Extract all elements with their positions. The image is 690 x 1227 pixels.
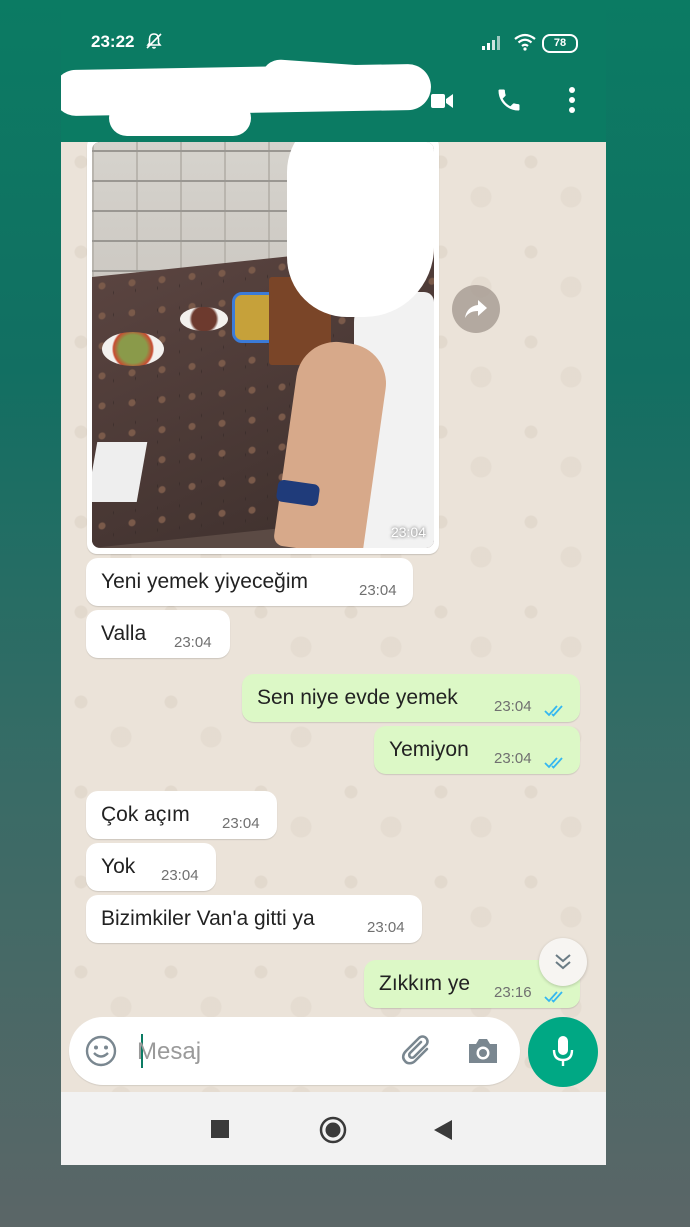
message-input[interactable]	[135, 1031, 389, 1073]
chat-messages[interactable]: 23:04 Yeni yemek yiyeceğim 23:04 Valla 2…	[61, 142, 606, 1092]
status-time: 23:22	[91, 32, 135, 51]
message-text: Sen niye evde yemek	[257, 686, 458, 709]
message-text: Çok açım	[101, 803, 190, 826]
message-time: 23:04	[494, 750, 532, 767]
message-text: Yeni yemek yiyeceğim	[101, 570, 308, 593]
signal-icon	[482, 34, 504, 55]
battery-indicator: 78	[542, 34, 578, 53]
double-check-icon	[544, 986, 568, 1010]
incoming-message[interactable]: Valla 23:04	[86, 610, 230, 658]
more-vert-icon[interactable]	[567, 86, 577, 119]
message-time: 23:04	[390, 524, 426, 540]
message-text: Valla	[101, 622, 147, 645]
phone-screen: 23:22 78 23:04 Yeni yemek yiyeceğim 23:0…	[61, 0, 606, 1165]
nav-back-icon[interactable]	[434, 1120, 452, 1145]
message-composer[interactable]	[69, 1017, 520, 1085]
redaction-mark	[109, 100, 251, 136]
message-text: Yok	[101, 855, 136, 878]
message-text: Yemiyon	[389, 738, 469, 761]
message-time: 23:16	[494, 984, 532, 1001]
attach-icon[interactable]	[400, 1035, 434, 1072]
message-text: Bizimkiler Van'a gitti ya	[101, 907, 315, 930]
wifi-icon	[513, 33, 537, 56]
message-time: 23:04	[161, 867, 199, 884]
incoming-message[interactable]: Yeni yemek yiyeceğim 23:04	[86, 558, 413, 606]
message-time: 23:04	[359, 582, 397, 599]
message-time: 23:04	[174, 634, 212, 651]
emoji-icon[interactable]	[85, 1035, 117, 1072]
outgoing-message[interactable]: Sen niye evde yemek 23:04	[242, 674, 580, 722]
message-time: 23:04	[367, 919, 405, 936]
outgoing-message[interactable]: Yemiyon 23:04	[374, 726, 580, 774]
camera-icon[interactable]	[466, 1036, 500, 1071]
shared-photo[interactable]: 23:04	[92, 142, 434, 548]
incoming-message[interactable]: Bizimkiler Van'a gitti ya 23:04	[86, 895, 422, 943]
double-check-icon	[544, 700, 568, 724]
chat-header[interactable]	[61, 58, 606, 142]
message-time: 23:04	[222, 815, 260, 832]
mic-icon	[552, 1035, 574, 1072]
incoming-message[interactable]: Yok 23:04	[86, 843, 216, 891]
redaction-mark	[287, 142, 434, 317]
forward-icon	[464, 298, 488, 325]
chevrons-down-icon	[553, 952, 573, 977]
status-bar: 23:22 78	[61, 0, 606, 70]
incoming-message[interactable]: Çok açım 23:04	[86, 791, 277, 839]
double-check-icon	[544, 752, 568, 776]
voice-record-button[interactable]	[528, 1017, 598, 1087]
image-message[interactable]: 23:04	[87, 142, 439, 554]
navigation-bar	[61, 1092, 606, 1165]
phone-icon[interactable]	[495, 86, 523, 119]
nav-square-icon[interactable]	[211, 1120, 229, 1143]
scroll-to-bottom-button[interactable]	[539, 938, 587, 986]
video-call-icon[interactable]	[431, 92, 453, 115]
message-text: Zıkkım ye	[379, 972, 471, 995]
forward-button[interactable]	[452, 285, 500, 333]
nav-circle-icon[interactable]	[319, 1116, 347, 1149]
message-time: 23:04	[494, 698, 532, 715]
bell-off-icon	[145, 32, 163, 50]
